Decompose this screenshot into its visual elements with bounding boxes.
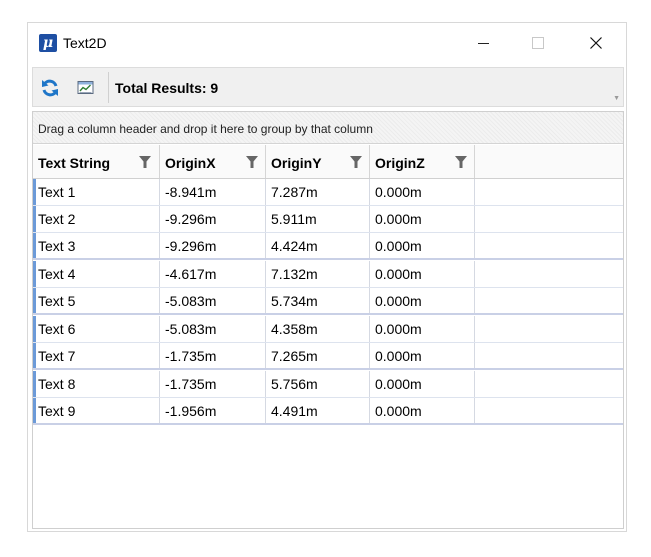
- microstation-icon: μ: [39, 34, 57, 52]
- cell-filler: [475, 371, 623, 397]
- cell-text-string[interactable]: Text 3: [33, 233, 160, 258]
- cell-originy[interactable]: 7.265m: [266, 343, 370, 368]
- table-row[interactable]: Text 4 -4.617m 7.132m 0.000m: [33, 261, 623, 288]
- cell-text-string[interactable]: Text 1: [33, 179, 160, 205]
- cell-filler: [475, 288, 623, 313]
- table-row[interactable]: Text 2 -9.296m 5.911m 0.000m: [33, 206, 623, 233]
- toolbar: Total Results: 9 ▼: [32, 67, 624, 107]
- cell-originy[interactable]: 4.491m: [266, 398, 370, 423]
- cell-filler: [475, 179, 623, 205]
- refresh-button[interactable]: [39, 77, 61, 99]
- cell-originz[interactable]: 0.000m: [370, 288, 475, 313]
- filter-icon[interactable]: [350, 156, 362, 168]
- table-row[interactable]: Text 3 -9.296m 4.424m 0.000m: [33, 233, 623, 260]
- cell-filler: [475, 343, 623, 368]
- close-button[interactable]: [573, 23, 619, 63]
- cell-originz[interactable]: 0.000m: [370, 261, 475, 287]
- cell-originy[interactable]: 5.911m: [266, 206, 370, 232]
- column-header-label: OriginX: [165, 155, 216, 171]
- cell-text-string[interactable]: Text 9: [33, 398, 160, 423]
- overflow-arrow-icon[interactable]: ▼: [613, 95, 620, 102]
- column-header-label: Text String: [38, 155, 111, 171]
- cell-originx[interactable]: -1.735m: [160, 371, 266, 397]
- cell-originx[interactable]: -1.956m: [160, 398, 266, 423]
- group-by-panel[interactable]: Drag a column header and drop it here to…: [33, 112, 623, 144]
- table-row[interactable]: Text 6 -5.083m 4.358m 0.000m: [33, 316, 623, 343]
- close-icon: [590, 37, 602, 49]
- cell-originy[interactable]: 5.734m: [266, 288, 370, 313]
- cell-originx[interactable]: -5.083m: [160, 288, 266, 313]
- window-title: Text2D: [63, 35, 107, 51]
- refresh-icon: [42, 79, 58, 97]
- maximize-icon: [532, 37, 544, 49]
- cell-filler: [475, 316, 623, 342]
- cell-originx[interactable]: -9.296m: [160, 206, 266, 232]
- table-row[interactable]: Text 7 -1.735m 7.265m 0.000m: [33, 343, 623, 370]
- cell-originx[interactable]: -4.617m: [160, 261, 266, 287]
- cell-originx[interactable]: -5.083m: [160, 316, 266, 342]
- table-row[interactable]: Text 1 -8.941m 7.287m 0.000m: [33, 179, 623, 206]
- maximize-button[interactable]: [515, 23, 561, 63]
- column-header-originy[interactable]: OriginY: [266, 145, 370, 178]
- cell-originy[interactable]: 7.287m: [266, 179, 370, 205]
- cell-originx[interactable]: -1.735m: [160, 343, 266, 368]
- column-header-label: OriginY: [271, 155, 322, 171]
- total-results-label: Total Results: 9: [115, 80, 219, 96]
- results-grid: Drag a column header and drop it here to…: [32, 111, 624, 529]
- cell-originy[interactable]: 4.424m: [266, 233, 370, 258]
- cell-text-string[interactable]: Text 4: [33, 261, 160, 287]
- cell-filler: [475, 261, 623, 287]
- cell-originx[interactable]: -9.296m: [160, 233, 266, 258]
- cell-filler: [475, 206, 623, 232]
- filter-icon[interactable]: [455, 156, 467, 168]
- minimize-icon: [477, 42, 489, 44]
- cell-filler: [475, 233, 623, 258]
- column-header-filler: [475, 145, 623, 178]
- filter-icon[interactable]: [246, 156, 258, 168]
- column-header-label: OriginZ: [375, 155, 425, 171]
- cell-originz[interactable]: 0.000m: [370, 179, 475, 205]
- text2d-window: μ Text2D Total Results: 9 ▼ Drag a colum…: [27, 22, 627, 532]
- cell-originz[interactable]: 0.000m: [370, 371, 475, 397]
- cell-text-string[interactable]: Text 6: [33, 316, 160, 342]
- cell-originz[interactable]: 0.000m: [370, 343, 475, 368]
- grid-header: Text String OriginX OriginY OriginZ: [33, 145, 623, 179]
- column-header-text-string[interactable]: Text String: [33, 145, 160, 178]
- table-row[interactable]: Text 5 -5.083m 5.734m 0.000m: [33, 288, 623, 315]
- cell-originz[interactable]: 0.000m: [370, 233, 475, 258]
- cell-originy[interactable]: 7.132m: [266, 261, 370, 287]
- filter-icon[interactable]: [139, 156, 151, 168]
- export-to-excel-icon: [77, 81, 94, 94]
- cell-text-string[interactable]: Text 7: [33, 343, 160, 368]
- cell-originz[interactable]: 0.000m: [370, 206, 475, 232]
- title-bar[interactable]: μ Text2D: [28, 23, 626, 63]
- table-row[interactable]: Text 8 -1.735m 5.756m 0.000m: [33, 371, 623, 398]
- cell-originx[interactable]: -8.941m: [160, 179, 266, 205]
- export-button[interactable]: [75, 77, 97, 99]
- cell-originz[interactable]: 0.000m: [370, 398, 475, 423]
- table-row[interactable]: Text 9 -1.956m 4.491m 0.000m: [33, 398, 623, 425]
- column-header-originx[interactable]: OriginX: [160, 145, 266, 178]
- group-by-hint: Drag a column header and drop it here to…: [38, 122, 373, 136]
- cell-text-string[interactable]: Text 5: [33, 288, 160, 313]
- cell-filler: [475, 398, 623, 423]
- cell-text-string[interactable]: Text 8: [33, 371, 160, 397]
- cell-originz[interactable]: 0.000m: [370, 316, 475, 342]
- cell-originy[interactable]: 5.756m: [266, 371, 370, 397]
- cell-originy[interactable]: 4.358m: [266, 316, 370, 342]
- column-header-originz[interactable]: OriginZ: [370, 145, 475, 178]
- toolbar-separator: [108, 72, 109, 103]
- cell-text-string[interactable]: Text 2: [33, 206, 160, 232]
- minimize-button[interactable]: [460, 23, 506, 63]
